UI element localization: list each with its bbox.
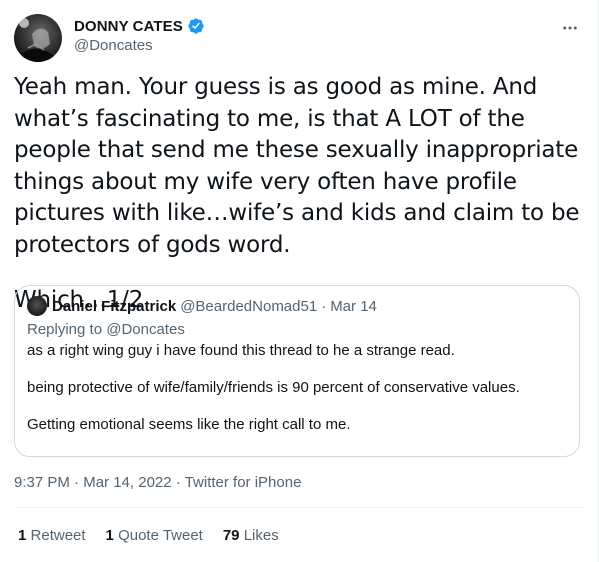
more-dots-glyph (563, 26, 577, 30)
quoted-tweet-header: Daniel Fitzpatrick @BeardedNomad51 · Mar… (27, 296, 567, 316)
author-avatar[interactable] (14, 14, 62, 62)
retweets-stat[interactable]: 1 Retweet (18, 527, 86, 544)
likes-stat[interactable]: 79 Likes (223, 527, 279, 544)
replying-to-line: Replying to @Doncates (27, 321, 567, 338)
author-handle[interactable]: @Doncates (74, 37, 153, 54)
engagement-stats: 1 Retweet 1 Quote Tweet 79 Likes (18, 527, 299, 544)
quoted-paragraph: as a right wing guy i have found this th… (27, 342, 455, 359)
replying-to-label: Replying to (27, 321, 103, 338)
tweet-meta: 9:37 PM · Mar 14, 2022 · Twitter for iPh… (14, 474, 301, 491)
likes-label: Likes (243, 527, 279, 544)
author-display-name[interactable]: DONNY CATES (74, 18, 183, 35)
quoted-author-handle: @BeardedNomad51 (180, 297, 318, 315)
tweet-source-link[interactable]: Twitter for iPhone (185, 474, 302, 491)
tweet-paragraph: Yeah man. Your guess is as good as mine.… (14, 74, 587, 258)
tweet-date: Mar 14, 2022 (83, 474, 172, 491)
quoted-paragraph: being protective of wife/family/friends … (27, 379, 520, 396)
quoted-paragraph: Getting emotional seems like the right c… (27, 416, 351, 433)
separator-dot: · (321, 297, 327, 315)
replying-to-mention: @Doncates (106, 321, 185, 338)
quoted-tweet-body: as a right wing guy i have found this th… (27, 341, 567, 435)
more-horizontal-icon[interactable] (558, 16, 582, 40)
quoted-author-avatar (27, 296, 47, 316)
verified-badge-icon (188, 18, 204, 34)
quoted-tweet-date: Mar 14 (330, 297, 377, 315)
quote-tweets-count: 1 (105, 527, 114, 544)
divider (14, 507, 586, 508)
likes-count: 79 (222, 527, 240, 544)
quoted-author-name: Daniel Fitzpatrick (52, 297, 177, 315)
tweet-detail: DONNY CATES @Doncates Yeah man. Your gue… (0, 0, 599, 562)
separator-dot: · (74, 474, 80, 491)
author-name-row[interactable]: DONNY CATES (74, 16, 205, 36)
separator-dot: · (175, 474, 181, 491)
tweet-header: DONNY CATES @Doncates (14, 10, 586, 62)
quote-tweets-stat[interactable]: 1 Quote Tweet (106, 527, 203, 544)
retweets-count: 1 (18, 527, 27, 544)
tweet-time-link[interactable]: 9:37 PM · Mar 14, 2022 (14, 474, 172, 491)
quoted-tweet-card[interactable]: Daniel Fitzpatrick @BeardedNomad51 · Mar… (14, 285, 580, 457)
tweet-time: 9:37 PM (14, 474, 70, 491)
retweets-label: Retweet (30, 527, 86, 544)
avatar-illustration (14, 18, 62, 62)
tweet-text: Yeah man. Your guess is as good as mine.… (14, 72, 586, 317)
quote-tweets-label: Quote Tweet (118, 527, 203, 544)
